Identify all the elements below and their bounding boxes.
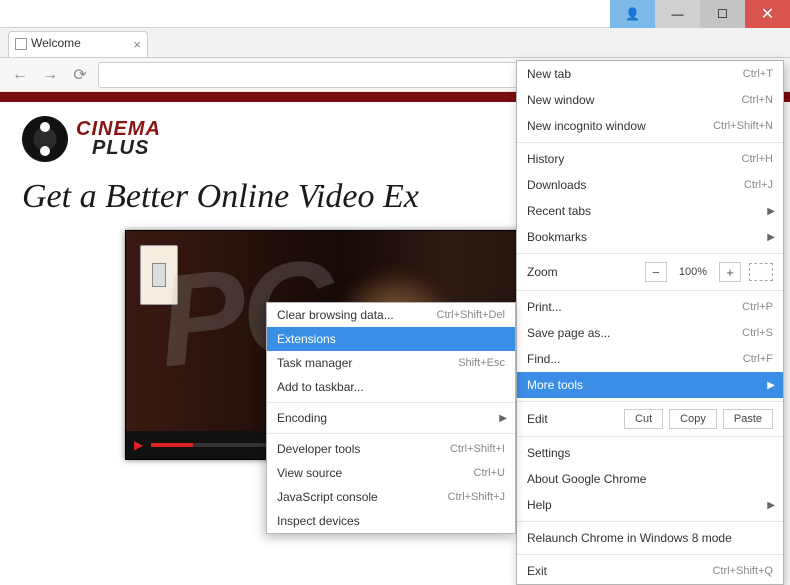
menu-separator [517,521,783,522]
menu-separator [267,433,515,434]
titlebar-controls: 👤 — ☐ ✕ [610,0,790,28]
menu-exit[interactable]: ExitCtrl+Shift+Q [517,558,783,584]
menu-find[interactable]: Find...Ctrl+F [517,346,783,372]
chevron-right-icon: ▶ [767,232,775,243]
menu-incognito[interactable]: New incognito windowCtrl+Shift+N [517,113,783,139]
menu-new-window[interactable]: New windowCtrl+N [517,87,783,113]
close-button[interactable]: ✕ [745,0,790,28]
menu-about[interactable]: About Google Chrome [517,466,783,492]
copy-button[interactable]: Copy [669,409,717,429]
window-titlebar: 👤 — ☐ ✕ [0,0,790,28]
menu-separator [517,253,783,254]
submenu-extensions[interactable]: Extensions [267,327,515,351]
zoom-out-button[interactable]: − [645,262,667,282]
edit-label: Edit [527,412,548,426]
play-icon[interactable]: ▶ [134,438,143,452]
menu-separator [517,554,783,555]
zoom-in-button[interactable]: + [719,262,741,282]
menu-separator [517,436,783,437]
film-reel-icon [22,116,68,162]
menu-history[interactable]: HistoryCtrl+H [517,146,783,172]
submenu-view-source[interactable]: View sourceCtrl+U [267,461,515,485]
submenu-inspect-devices[interactable]: Inspect devices [267,509,515,533]
chevron-right-icon: ▶ [767,206,775,217]
menu-zoom: Zoom − 100% + [517,257,783,287]
chevron-right-icon: ▶ [499,413,507,424]
menu-bookmarks[interactable]: Bookmarks▶ [517,224,783,250]
submenu-developer-tools[interactable]: Developer toolsCtrl+Shift+I [267,437,515,461]
fullscreen-icon[interactable] [749,263,773,281]
minimize-button[interactable]: — [655,0,700,28]
paste-button[interactable]: Paste [723,409,773,429]
menu-separator [267,402,515,403]
cut-button[interactable]: Cut [624,409,663,429]
menu-settings[interactable]: Settings [517,440,783,466]
submenu-add-taskbar[interactable]: Add to taskbar... [267,375,515,399]
chevron-right-icon: ▶ [767,500,775,511]
logo-text: CINEMA PLUS [76,118,161,160]
more-tools-submenu: Clear browsing data...Ctrl+Shift+Del Ext… [266,302,516,534]
menu-save-as[interactable]: Save page as...Ctrl+S [517,320,783,346]
menu-recent-tabs[interactable]: Recent tabs▶ [517,198,783,224]
back-button[interactable]: ← [8,63,32,87]
menu-separator [517,142,783,143]
menu-help[interactable]: Help▶ [517,492,783,518]
menu-edit: Edit Cut Copy Paste [517,405,783,433]
user-icon[interactable]: 👤 [610,0,655,28]
menu-relaunch[interactable]: Relaunch Chrome in Windows 8 mode [517,525,783,551]
reload-button[interactable]: ⟳ [68,63,92,87]
submenu-task-manager[interactable]: Task managerShift+Esc [267,351,515,375]
submenu-clear-browsing[interactable]: Clear browsing data...Ctrl+Shift+Del [267,303,515,327]
submenu-js-console[interactable]: JavaScript consoleCtrl+Shift+J [267,485,515,509]
light-switch-icon [140,245,178,305]
chevron-right-icon: ▶ [767,380,775,391]
tab-welcome[interactable]: Welcome × [8,31,148,57]
submenu-encoding[interactable]: Encoding▶ [267,406,515,430]
menu-new-tab[interactable]: New tabCtrl+T [517,61,783,87]
tab-title: Welcome [31,36,81,50]
forward-button[interactable]: → [38,63,62,87]
maximize-button[interactable]: ☐ [700,0,745,28]
tab-close-icon[interactable]: × [133,37,141,52]
zoom-label: Zoom [527,265,558,279]
menu-more-tools[interactable]: More tools▶ [517,372,783,398]
menu-separator [517,401,783,402]
tab-bar: Welcome × [0,28,790,58]
menu-downloads[interactable]: DownloadsCtrl+J [517,172,783,198]
zoom-value: 100% [675,266,711,278]
chrome-main-menu: New tabCtrl+T New windowCtrl+N New incog… [516,60,784,585]
menu-print[interactable]: Print...Ctrl+P [517,294,783,320]
favicon-icon [15,38,27,50]
menu-separator [517,290,783,291]
